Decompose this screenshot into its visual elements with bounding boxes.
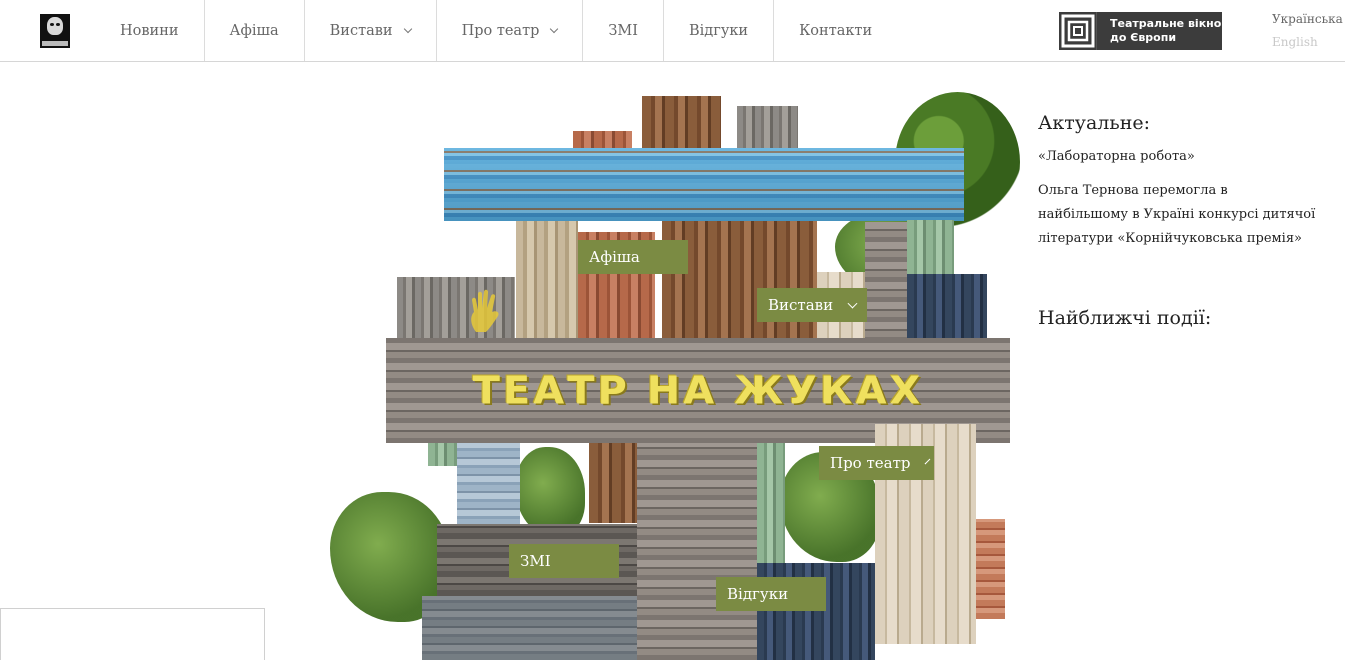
nav-item-zmi[interactable]: ЗМІ [583,0,664,61]
hero-tag-vidhuky[interactable]: Відгуки [716,577,826,611]
news-sidebar: Актуальне: «Лабораторна робота» Ольга Те… [1038,112,1338,251]
hero-tag-label: Про театр [830,454,911,472]
hero-tag-label: Вистави [768,296,834,314]
nav-item-vystavy[interactable]: Вистави [305,0,437,61]
nav-item-label: ЗМІ [608,22,638,39]
news-link[interactable]: «Лабораторна робота» [1038,145,1338,169]
events-heading: Найближчі події: [1038,307,1212,329]
hero-tag-label: ЗМІ [520,552,551,570]
wood-plank-image [642,96,721,156]
wood-plank-image [907,274,987,342]
hero-title: ТЕАТР НА ЖУКАХ [472,368,924,413]
hand-print-icon [471,289,499,332]
wood-plank-image [422,596,637,660]
nav-item-label: Про театр [461,22,540,39]
nav-item-label: Вистави [329,22,393,39]
partner-badge-line1: Театральне вікно [1110,17,1222,30]
wood-plank-image [589,443,637,523]
hero-tag-afisha[interactable]: Афіша [578,240,688,274]
hero-tag-vystavy[interactable]: Вистави [757,288,867,322]
wood-plank-image [516,221,578,342]
wood-plank-image [865,222,907,342]
language-ukrainian[interactable]: Українська [1272,12,1343,26]
main-nav: Новини Афіша Вистави Про театр ЗМІ Відгу… [95,0,897,61]
nav-item-label: Контакти [799,22,873,39]
nav-item-label: Афіша [229,22,279,39]
partner-badge-line2: до Європи [1110,31,1177,44]
nav-item-vidhuky[interactable]: Відгуки [664,0,775,61]
site-header: Новини Афіша Вистави Про театр ЗМІ Відгу… [0,0,1345,62]
blue-wood-plank-image [444,148,964,221]
wood-plank-image [457,443,520,525]
nav-item-kontakty[interactable]: Контакти [774,0,897,61]
nav-item-novyny[interactable]: Новини [95,0,205,61]
square-spiral-icon [1059,12,1097,50]
chevron-down-icon [924,458,930,464]
partner-badge-text: Театральне вікно до Європи [1097,17,1221,45]
wood-plank-image [637,443,757,660]
wood-plank-image [976,519,1005,619]
nav-item-label: Новини [120,22,179,39]
chevron-down-icon [550,24,559,33]
theatre-logo-icon[interactable] [40,14,70,48]
bottom-left-panel [0,608,265,660]
actual-heading: Актуальне: [1038,112,1151,134]
nav-item-afisha[interactable]: Афіша [205,0,305,61]
language-english[interactable]: English [1272,35,1318,49]
hero-tag-pro-teatr[interactable]: Про театр [819,446,934,480]
wood-plank-image [757,443,785,563]
hero-tag-zmi[interactable]: ЗМІ [509,544,619,578]
chevron-down-icon [847,298,858,308]
hero-tag-label: Відгуки [727,585,789,603]
chevron-down-icon [403,24,412,33]
nav-item-label: Відгуки [689,22,749,39]
nav-item-pro-teatr[interactable]: Про театр [437,0,584,61]
news-link[interactable]: Ольга Тернова перемогла в найбільшому в … [1038,179,1318,251]
wood-plank-image [907,220,954,276]
hero-tag-label: Афіша [589,248,640,266]
partner-badge-link[interactable]: Театральне вікно до Європи [1059,12,1222,50]
wood-plank-image [428,443,457,466]
